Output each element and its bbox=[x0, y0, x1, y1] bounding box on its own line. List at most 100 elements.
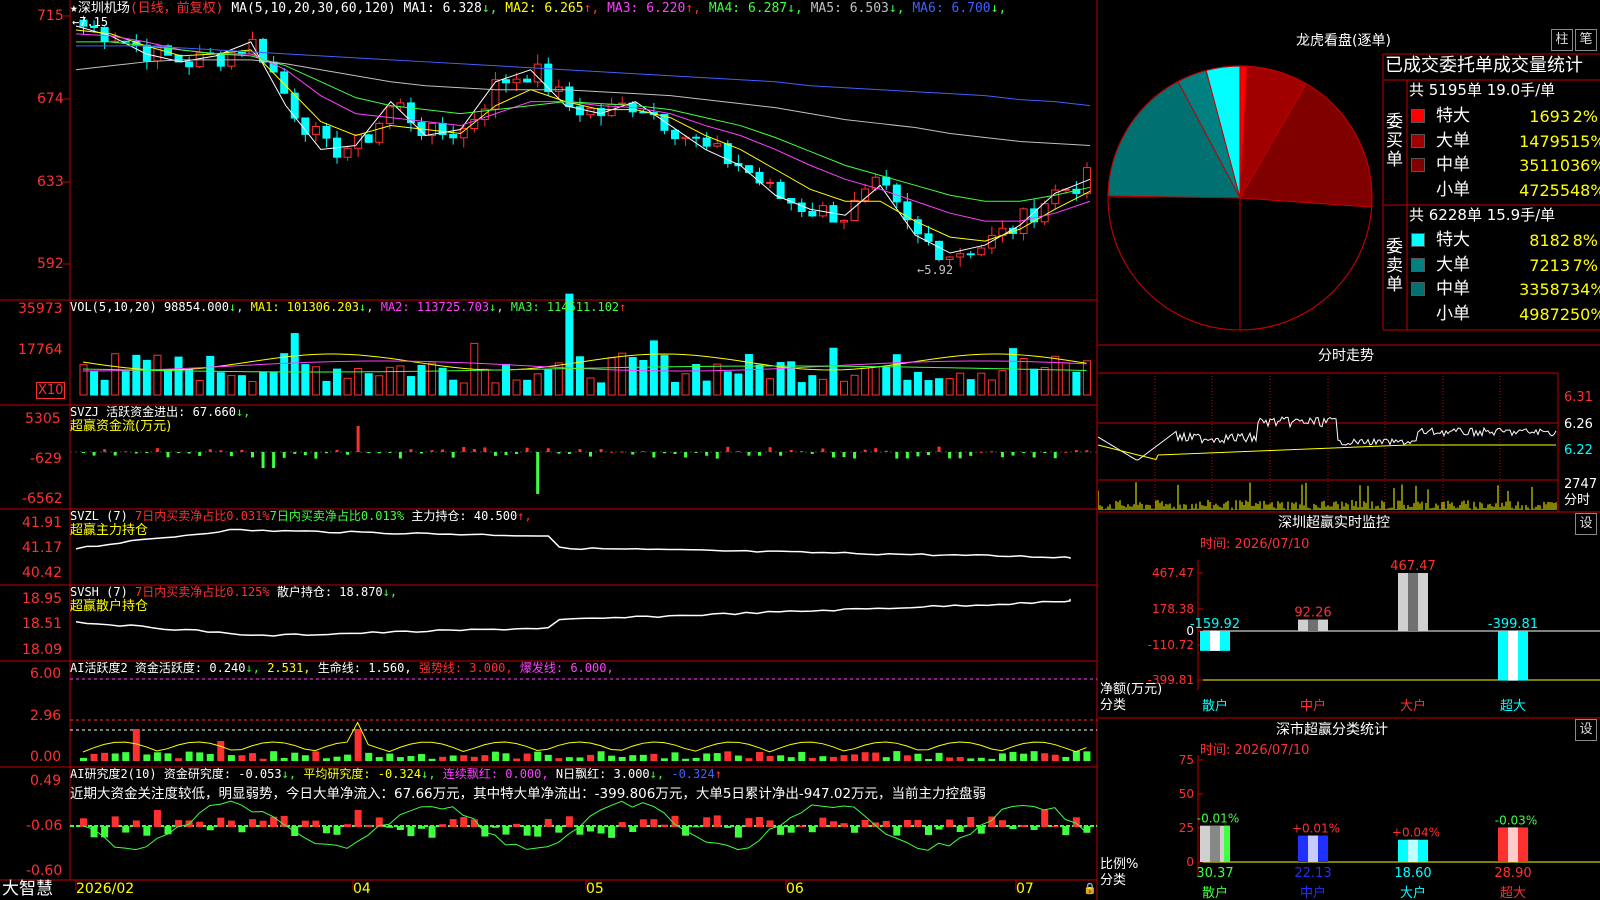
activity-bar bbox=[925, 758, 932, 761]
activity-bar bbox=[903, 755, 911, 761]
volume-bar bbox=[1019, 357, 1028, 396]
flow-bar bbox=[388, 452, 392, 453]
flow-bar bbox=[1022, 452, 1026, 453]
stock-name[interactable]: 深圳机场 bbox=[78, 1, 130, 16]
volume-bar bbox=[956, 372, 965, 396]
candle-body bbox=[713, 143, 722, 147]
volume-bar bbox=[1082, 360, 1091, 396]
flow-bar bbox=[251, 452, 254, 458]
date-axis-label: 04 bbox=[353, 881, 371, 897]
flow-bar bbox=[229, 452, 233, 457]
pillar-button[interactable]: 柱 bbox=[1551, 29, 1573, 51]
flow-bar bbox=[187, 452, 191, 454]
flow-bar bbox=[420, 452, 423, 454]
research-bar bbox=[756, 816, 763, 827]
flow-bar bbox=[314, 452, 318, 459]
research-bar bbox=[745, 818, 753, 827]
research-bar bbox=[280, 815, 288, 827]
volume-bar bbox=[766, 378, 775, 396]
row-pct: 36% bbox=[1570, 156, 1600, 175]
volume-bar bbox=[100, 379, 109, 396]
activity-bar bbox=[734, 755, 742, 761]
flow-bar bbox=[652, 452, 656, 458]
flow-bar bbox=[800, 450, 804, 452]
activity-bar bbox=[713, 753, 721, 761]
activity-bar bbox=[946, 757, 954, 761]
row-name: 小单 bbox=[1436, 179, 1470, 200]
bar-shine bbox=[1308, 619, 1318, 631]
research-bar bbox=[396, 826, 404, 830]
volume-bar bbox=[977, 372, 986, 396]
activity-bar bbox=[227, 755, 235, 761]
volume-bar bbox=[681, 373, 690, 396]
monitor-settings-button[interactable]: 设 bbox=[1575, 513, 1597, 535]
flow-bar bbox=[937, 446, 941, 452]
research-bar bbox=[956, 826, 964, 833]
volume-bar bbox=[586, 377, 595, 396]
activity-bar bbox=[618, 757, 626, 761]
period-label[interactable]: (日线，前复权) bbox=[130, 1, 224, 16]
pen-button[interactable]: 笔 bbox=[1575, 29, 1597, 51]
flow-bar bbox=[155, 448, 159, 452]
research-bar bbox=[164, 826, 172, 835]
activity-bar bbox=[608, 755, 616, 761]
volume-bar bbox=[406, 376, 415, 396]
flow-bar bbox=[145, 452, 149, 454]
activity-bar bbox=[365, 752, 373, 761]
activity-bar bbox=[396, 757, 404, 761]
candle-body bbox=[766, 181, 775, 184]
activity-bar bbox=[1051, 754, 1059, 761]
row-name: 小单 bbox=[1436, 303, 1470, 324]
kline-chart-area[interactable] bbox=[0, 0, 1098, 900]
volume-bar bbox=[459, 382, 468, 396]
activity-bar bbox=[1072, 751, 1080, 761]
flow-bar bbox=[758, 452, 761, 456]
flow-bar bbox=[82, 452, 85, 454]
flow-bar bbox=[1074, 450, 1078, 452]
volume-bar bbox=[744, 354, 753, 396]
stock-terminal: ★深圳机场(日线，前复权) MA(5,10,20,30,60,120) MA1:… bbox=[0, 0, 1600, 900]
monitor-bar-label: -399.81 bbox=[1488, 617, 1538, 632]
flow-bar bbox=[673, 452, 677, 455]
research-bar bbox=[513, 823, 521, 827]
candle-body bbox=[512, 78, 521, 84]
activity-bar bbox=[217, 741, 225, 761]
favorite-star-icon[interactable]: ★ bbox=[70, 1, 78, 16]
candle-body bbox=[966, 253, 975, 256]
classify-bar-超大 bbox=[1498, 827, 1528, 862]
flow-bar bbox=[874, 448, 878, 452]
flow-bar bbox=[620, 451, 624, 453]
volume-bar bbox=[998, 370, 1007, 396]
activity-bar bbox=[428, 758, 436, 761]
flow-bar bbox=[377, 452, 381, 454]
activity-bar bbox=[977, 757, 985, 761]
flow-bar bbox=[282, 452, 286, 458]
research-bar bbox=[491, 826, 499, 828]
activity-bar bbox=[1030, 751, 1038, 761]
classify-settings-button[interactable]: 设 bbox=[1575, 719, 1597, 741]
activity-bar bbox=[502, 753, 510, 761]
ma-values: MA1: 6.328↓, MA2: 6.265↑, MA3: 6.220↑, M… bbox=[404, 1, 1007, 16]
monitor-cat-label: 大户 bbox=[1400, 698, 1426, 714]
flow-bar bbox=[208, 449, 212, 452]
volume-bar bbox=[1072, 371, 1081, 396]
research-bar bbox=[238, 826, 246, 833]
classify-value-label: 28.90 bbox=[1494, 866, 1531, 881]
lock-icon[interactable]: 🔒 bbox=[1083, 881, 1097, 896]
flow-bar bbox=[715, 452, 719, 459]
research-bar bbox=[259, 820, 267, 827]
research-bar bbox=[787, 826, 795, 833]
activity-bar bbox=[861, 752, 869, 761]
volume-bar bbox=[206, 355, 215, 396]
volume-bar bbox=[607, 357, 616, 396]
vol-axis-label: 17764 bbox=[18, 342, 63, 358]
activity-bar bbox=[650, 753, 658, 761]
volume-bar bbox=[913, 371, 922, 396]
research-bar bbox=[333, 826, 341, 835]
row-pct: 48% bbox=[1570, 180, 1600, 200]
app-logo[interactable]: 大智慧 bbox=[2, 880, 53, 899]
volume-bar bbox=[829, 347, 838, 396]
flow-bar bbox=[472, 449, 476, 452]
activity-bar bbox=[851, 754, 859, 761]
volume-bar bbox=[882, 366, 891, 396]
